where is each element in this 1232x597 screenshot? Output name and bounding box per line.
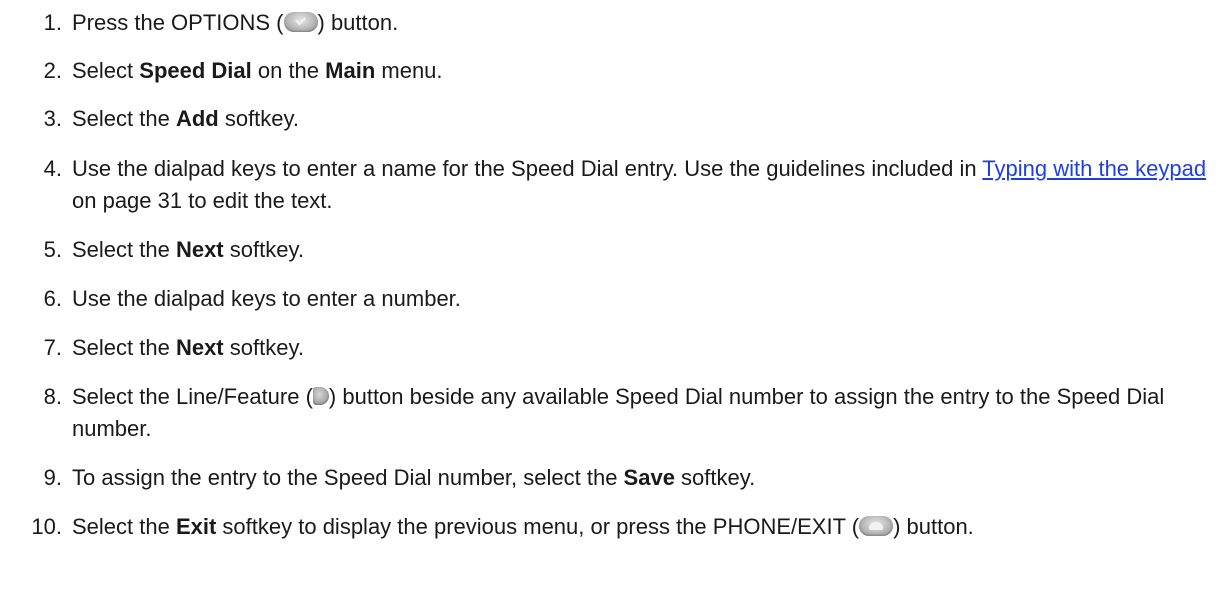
step-text-fragment: Press the OPTIONS (	[72, 10, 284, 35]
phone-exit-button-icon	[859, 516, 894, 537]
step-text-fragment: ) button.	[317, 10, 399, 35]
step-text-fragment: Use the dialpad keys to enter a name for…	[72, 156, 983, 181]
step-text: Select Speed Dial on the Main menu.	[72, 55, 1222, 87]
step-text-fragment: softkey.	[223, 237, 304, 262]
instruction-list: 1. Press the OPTIONS ( ) button. 2. Selec…	[0, 0, 1232, 597]
ui-term: Main	[325, 58, 376, 83]
step-text-fragment: Select the	[72, 106, 176, 131]
step-text: Use the dialpad keys to enter a name for…	[72, 153, 1222, 217]
ui-term: Next	[175, 335, 224, 360]
step-number: 1.	[43, 10, 62, 35]
step-text-fragment: Select the	[72, 514, 176, 539]
ui-term: Next	[175, 237, 224, 262]
step-text: Select the Next softkey.	[72, 332, 1222, 364]
ui-term: Save	[623, 465, 675, 490]
step-number: 9.	[43, 465, 62, 490]
step-text: Select the Exit softkey to display the p…	[72, 511, 1222, 543]
step-number: 8.	[43, 384, 62, 409]
step-number: 2.	[43, 58, 62, 83]
step-text-fragment: softkey.	[223, 335, 304, 360]
step-text: Select the Line/Feature () button beside…	[72, 381, 1222, 445]
step-text-fragment: Select the	[72, 237, 176, 262]
step-number: 3.	[43, 106, 62, 131]
line-feature-button-icon	[312, 387, 329, 406]
step-text-fragment: Use the dialpad keys to enter a number.	[72, 286, 461, 311]
step-text-fragment: Select	[72, 58, 140, 83]
step-text-fragment: softkey.	[218, 106, 300, 131]
step-text-fragment: softkey.	[674, 465, 756, 490]
step-text: Press the OPTIONS ( ) button.	[72, 7, 1222, 39]
ui-term: Exit	[175, 514, 217, 539]
step-text: To assign the entry to the Speed Dial nu…	[72, 462, 1222, 494]
step-text-fragment: To assign the entry to the Speed Dial nu…	[72, 465, 624, 490]
step-text: Select the Next softkey.	[72, 234, 1222, 266]
ui-term: Add	[175, 106, 219, 131]
step-text-fragment: on the	[251, 58, 326, 83]
step-text-fragment: on page 31 to edit the text.	[72, 188, 333, 213]
step-number: 7.	[43, 335, 62, 360]
step-text: Select the Add softkey.	[72, 103, 1222, 135]
step-text-fragment: Select the Line/Feature (	[72, 384, 313, 409]
step-text-fragment: softkey to display the previous menu, or…	[216, 514, 860, 539]
step-number: 5.	[43, 237, 62, 262]
step-text-fragment: ) button.	[893, 514, 974, 539]
step-text: Use the dialpad keys to enter a number.	[72, 283, 1222, 315]
ui-term: Speed Dial	[139, 58, 252, 83]
step-number: 4.	[43, 156, 62, 181]
step-text-fragment: Select the	[72, 335, 176, 360]
step-number: 10.	[31, 514, 62, 539]
step-text-fragment: menu.	[375, 58, 443, 83]
options-button-icon	[283, 12, 318, 33]
step-number: 6.	[43, 286, 62, 311]
typing-with-keypad-link[interactable]: Typing with the keypad	[982, 156, 1206, 181]
